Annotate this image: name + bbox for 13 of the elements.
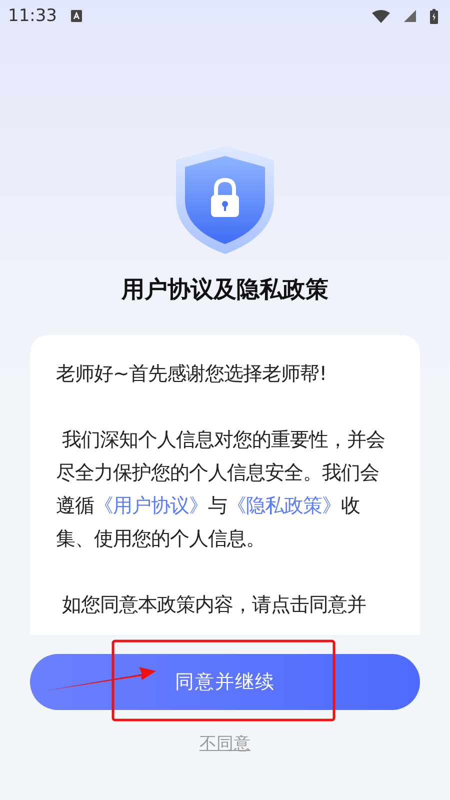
policy-paragraph: 如您同意本政策内容，请点击同意并: [61, 592, 368, 618]
signal-icon: [404, 10, 416, 22]
policy-paragraph: 老师好~首先感谢您选择老师帮!: [56, 361, 328, 387]
battery-icon: [430, 8, 438, 24]
policy-link[interactable]: 《隐私政策》: [227, 494, 341, 517]
status-time: 11:33: [8, 6, 57, 26]
policy-link[interactable]: 《用户协议》: [94, 494, 208, 517]
keyboard-icon: [71, 10, 82, 22]
policy-paragraph: 我们深知个人信息对您的重要性，并会尽全力保护您的个人信息安全。我们会遵循《用户协议》与《隐私政策》收集、使用您的个人信息。: [56, 427, 386, 552]
dialog-title: 用户协议及隐私政策: [122, 276, 328, 305]
agree-button[interactable]: 同意并继续: [30, 654, 420, 710]
wifi-icon: [372, 10, 390, 22]
disagree-link[interactable]: 不同意: [200, 732, 250, 755]
